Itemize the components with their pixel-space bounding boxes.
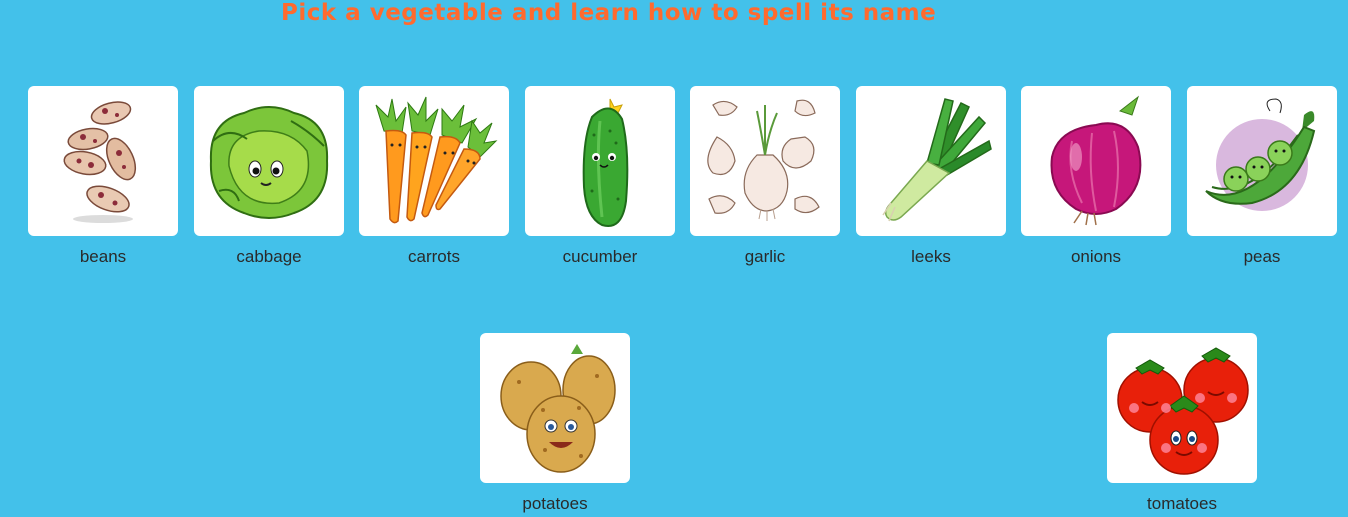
vegetable-label: onions	[1070, 247, 1122, 266]
vegetable-tile-peas[interactable]: peas	[1187, 86, 1337, 267]
vegetable-tile-leeks[interactable]: leeks	[856, 86, 1006, 267]
vegetable-card[interactable]	[480, 333, 630, 483]
vegetable-tile-carrots[interactable]: carrots	[359, 86, 509, 267]
vegetable-card[interactable]	[525, 86, 675, 236]
vegetable-tile-cucumber[interactable]: cucumber	[525, 86, 675, 267]
vegetable-tile-onions[interactable]: onions	[1021, 86, 1171, 267]
vegetable-card[interactable]	[359, 86, 509, 236]
vegetable-card[interactable]	[194, 86, 344, 236]
page-title: Pick a vegetable and learn how to spell …	[281, 0, 937, 26]
cucumber-icon	[582, 98, 629, 227]
vegetable-label: cabbage	[236, 247, 302, 266]
vegetable-tile-tomatoes[interactable]: tomatoes	[1107, 333, 1257, 514]
vegetable-card[interactable]	[1107, 333, 1257, 483]
beans-icon	[63, 101, 137, 223]
vegetable-card[interactable]	[690, 86, 840, 236]
tomatoes-icon	[1117, 347, 1249, 475]
vegetable-label: peas	[1243, 247, 1281, 266]
vegetable-card[interactable]	[28, 86, 178, 236]
leeks-icon	[882, 98, 992, 222]
peas-icon	[1205, 98, 1316, 211]
onions-icon	[1050, 95, 1142, 226]
vegetable-card[interactable]	[1187, 86, 1337, 236]
cabbage-icon	[209, 106, 329, 219]
vegetable-label: garlic	[744, 247, 786, 266]
vegetable-label: tomatoes	[1147, 494, 1217, 513]
vegetable-tile-cabbage[interactable]: cabbage	[194, 86, 344, 267]
vegetable-card[interactable]	[1021, 86, 1171, 236]
vegetable-card[interactable]	[856, 86, 1006, 236]
garlic-icon	[707, 99, 820, 221]
vegetable-tile-garlic[interactable]: garlic	[690, 86, 840, 267]
vegetable-tile-potatoes[interactable]: potatoes	[480, 333, 630, 514]
vegetable-label: potatoes	[522, 494, 588, 513]
vegetable-label: carrots	[408, 247, 460, 266]
potatoes-icon	[500, 344, 616, 473]
vegetable-label: leeks	[911, 247, 951, 266]
carrots-icon	[375, 96, 498, 224]
vegetable-tile-beans[interactable]: beans	[28, 86, 178, 267]
vegetable-label: beans	[79, 247, 127, 266]
vegetable-label: cucumber	[562, 247, 638, 266]
